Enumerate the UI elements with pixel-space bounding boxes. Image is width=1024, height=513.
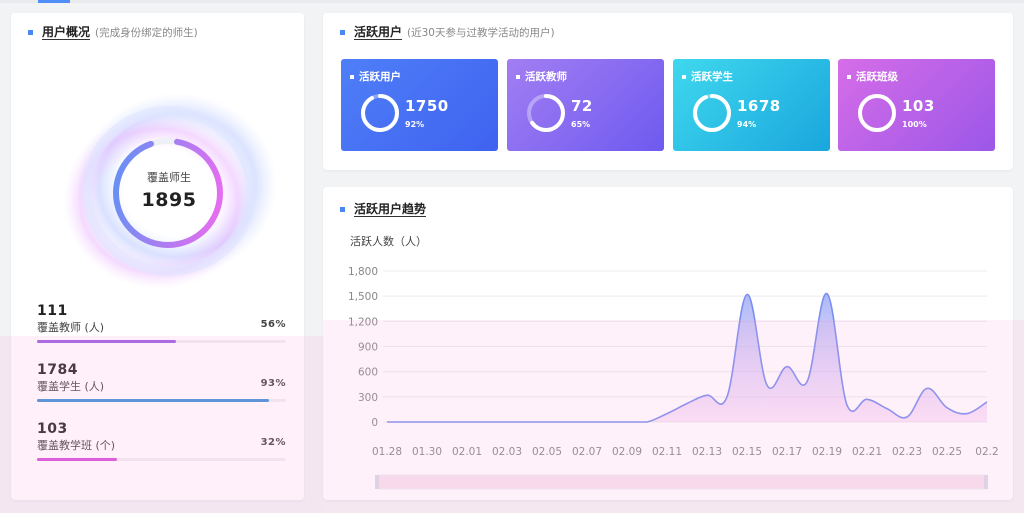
overview-title: 用户概况 (完成身份绑定的师生): [28, 25, 198, 40]
y-tick-label: 1,500: [348, 291, 378, 303]
kpi-value: 103: [902, 97, 935, 115]
kpi-progress-ring: [527, 94, 565, 132]
stat-label: 覆盖教学班 (个): [37, 439, 116, 452]
active-users-card: 活跃用户 (近30天参与过教学活动的用户) 活跃用户 1750 92% 活跃教师…: [323, 13, 1013, 170]
active-title-text: 活跃用户: [354, 25, 403, 40]
kpi-percent: 100%: [902, 120, 927, 129]
x-tick-label: 02.09: [612, 446, 642, 458]
kpi-marker: [350, 74, 354, 79]
kpi-title: 活跃学生: [691, 71, 733, 83]
active-subtitle: (近30天参与过教学活动的用户): [407, 27, 555, 39]
x-tick-label: 02.21: [852, 446, 882, 458]
stat-value: 1784: [37, 362, 78, 378]
stat-progress-bar: [37, 340, 286, 343]
x-tick-label: 02.13: [692, 446, 722, 458]
chart-series-line: [387, 292, 988, 423]
stat-progress-fill: [37, 340, 177, 343]
active-tab-indicator: [38, 0, 70, 3]
x-tick-label: 02.19: [812, 446, 842, 458]
kpi-progress-ring: [858, 94, 896, 132]
y-tick-label: 900: [358, 342, 378, 354]
y-tick-label: 1,800: [348, 266, 378, 278]
coverage-center-value: 1895: [141, 189, 197, 211]
kpi-marker: [847, 74, 851, 79]
stat-value: 111: [37, 303, 68, 319]
x-tick-label: 02.2: [975, 446, 998, 458]
kpi-value: 1678: [737, 97, 781, 115]
stat-classes: 103 覆盖教学班 (个) 32%: [37, 421, 286, 461]
y-tick-label: 1,200: [348, 316, 378, 328]
top-tab-strip: [0, 0, 1024, 3]
stat-progress-fill: [37, 399, 269, 402]
y-tick-label: 600: [358, 367, 378, 379]
coverage-ring: 覆盖师生 1895: [59, 93, 279, 293]
stat-students: 1784 覆盖学生 (人) 93%: [37, 362, 286, 402]
overview-subtitle: (完成身份绑定的师生): [95, 27, 198, 39]
coverage-center-label: 覆盖师生: [147, 171, 191, 184]
zoom-slider-handle-right[interactable]: [984, 475, 988, 489]
kpi-title: 活跃用户: [359, 71, 401, 83]
y-tick-label: 0: [371, 417, 378, 429]
stat-progress-fill: [37, 458, 117, 461]
stat-teachers: 111 覆盖教师 (人) 56%: [37, 303, 286, 343]
trend-chart: 1,800 1,500 1,200 900 600 300 0 01.28 01.30 02.0…: [348, 266, 999, 490]
stat-label: 覆盖教师 (人): [37, 321, 105, 334]
kpi-value: 72: [571, 97, 593, 115]
kpi-percent: 94%: [737, 120, 757, 129]
kpi-value: 1750: [405, 97, 449, 115]
stat-progress-bar: [37, 458, 286, 461]
stat-label: 覆盖学生 (人): [37, 380, 105, 393]
title-marker: [28, 30, 33, 35]
kpi-card-active-classes[interactable]: 活跃班级 103 100%: [838, 59, 995, 151]
overview-title-text: 用户概况: [42, 25, 91, 40]
x-tick-label: 01.30: [412, 446, 442, 458]
kpi-card-active-teachers[interactable]: 活跃教师 72 65%: [507, 59, 664, 151]
title-marker: [340, 30, 345, 35]
x-tick-label: 02.15: [732, 446, 762, 458]
kpi-progress-ring: [693, 94, 731, 132]
zoom-slider-track[interactable]: [376, 474, 988, 490]
x-tick-label: 02.07: [572, 446, 602, 458]
stat-percent: 32%: [260, 437, 286, 448]
stat-percent: 56%: [260, 319, 286, 330]
zoom-slider-handle-left[interactable]: [375, 475, 379, 489]
kpi-percent: 92%: [405, 120, 425, 129]
kpi-percent: 65%: [571, 120, 591, 129]
kpi-marker: [516, 74, 520, 79]
x-tick-label: 02.17: [772, 446, 802, 458]
kpi-card-active-students[interactable]: 活跃学生 1678 94%: [673, 59, 830, 151]
kpi-card-active-users[interactable]: 活跃用户 1750 92%: [341, 59, 498, 151]
kpi-marker: [682, 74, 686, 79]
kpi-title: 活跃班级: [856, 71, 898, 83]
stat-percent: 93%: [260, 378, 286, 389]
trend-card: 活跃用户趋势 活跃人数（人） 1,800 1,500 1,200 900 600 300 0…: [323, 187, 1013, 500]
x-tick-label: 02.23: [892, 446, 922, 458]
x-tick-label: 02.03: [492, 446, 522, 458]
kpi-progress-ring: [361, 94, 399, 132]
x-tick-label: 01.28: [372, 446, 402, 458]
stat-progress-bar: [37, 399, 286, 402]
active-title: 活跃用户 (近30天参与过教学活动的用户): [340, 25, 555, 40]
kpi-title: 活跃教师: [525, 71, 567, 83]
x-tick-label: 02.05: [532, 446, 562, 458]
stat-value: 103: [37, 421, 68, 437]
y-tick-label: 300: [358, 392, 378, 404]
x-tick-label: 02.01: [452, 446, 482, 458]
overview-card: 用户概况 (完成身份绑定的师生) 覆盖师生 1895 111 覆盖教师 (人) …: [11, 13, 304, 500]
x-tick-label: 02.25: [932, 446, 962, 458]
x-tick-label: 02.11: [652, 446, 682, 458]
